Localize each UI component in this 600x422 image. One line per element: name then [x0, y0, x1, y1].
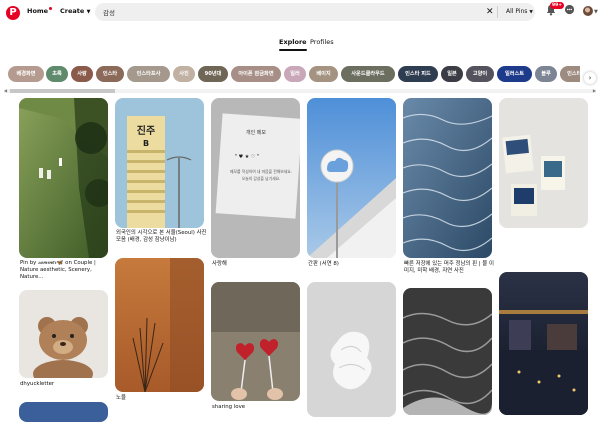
postcards-wall-image: [499, 98, 588, 228]
home-label: Home: [27, 7, 49, 15]
grass-field-image: [19, 98, 108, 258]
chip[interactable]: 베이지: [309, 66, 338, 82]
pin-image-water[interactable]: [403, 98, 492, 258]
pin-image-cream[interactable]: [307, 282, 396, 417]
pin-caption[interactable]: sharing love: [212, 404, 245, 411]
account-chevron-icon[interactable]: ▼: [594, 9, 598, 15]
messages-icon[interactable]: [564, 4, 575, 15]
pinterest-logo-icon[interactable]: P: [6, 6, 20, 20]
scroll-right-icon[interactable]: ▶: [593, 88, 596, 93]
pin-caption[interactable]: Pin by 𝓈𝓊𝓂𝓂𝑒𝓇🦋 on Couple | Nature aesthe…: [20, 260, 110, 281]
chip[interactable]: 일러: [284, 66, 306, 82]
chip[interactable]: 인스타 하이: [560, 66, 580, 82]
building-sign-text: B: [143, 139, 149, 148]
chevron-down-icon: ▼: [529, 10, 533, 15]
cloud-sign-image: [307, 98, 396, 258]
pin-caption[interactable]: 사랑해: [212, 261, 227, 268]
phone-memo-image: 개인 메모 " ♥ ★ ♡ " 메모를 작성하여 내 마음을 전해보세요. 오늘…: [211, 98, 300, 258]
pin-image-phone-memo[interactable]: 개인 메모 " ♥ ★ ♡ " 메모를 작성하여 내 마음을 전해보세요. 오늘…: [211, 98, 300, 258]
teddy-bear-image: [19, 290, 108, 378]
pin-image-grass-couple[interactable]: [19, 98, 108, 258]
tab-profiles[interactable]: Profiles: [310, 38, 334, 46]
memo-line: " ♥ ★ ♡ ": [235, 154, 259, 160]
chip[interactable]: 초록: [46, 66, 68, 82]
notification-badge: 99+: [550, 2, 565, 9]
pin-image-cloud-sign[interactable]: [307, 98, 396, 258]
memo-line: 메모를 작성하여 내 마음을 전해보세요.: [230, 169, 292, 174]
chip[interactable]: 인스타: [96, 66, 124, 82]
results-tabs: Explore Profiles: [0, 38, 600, 52]
chevron-down-icon: ▼: [86, 9, 91, 15]
chip[interactable]: 사운드클라우드: [341, 66, 395, 82]
tab-explore[interactable]: Explore: [279, 38, 307, 51]
pin-caption[interactable]: dhyuckletter: [20, 381, 54, 388]
home-notification-dot: [49, 7, 53, 10]
guided-search-chips: 배경화면 초록 사랑 인스타 인스타프사 사진 90년대 아이폰 잠금화면 일러…: [8, 66, 580, 82]
chips-scrollbar[interactable]: ◀ ▶: [4, 88, 596, 93]
pin-caption[interactable]: 간판 (서연 8): [308, 261, 339, 268]
pin-image-sunset[interactable]: [115, 258, 204, 392]
memo-line: 오늘의 감성을 남기세요.: [242, 176, 281, 181]
clear-search-icon[interactable]: ✕: [486, 6, 494, 18]
pinner-name: 𝓈𝓊𝓂𝓂𝑒𝓇🦋: [38, 260, 64, 266]
building-sign-text: 진주: [137, 124, 155, 137]
all-pins-filter[interactable]: All Pins ▼: [506, 8, 533, 15]
harbor-night-image: [499, 272, 588, 415]
chip[interactable]: 아이폰 잠금화면: [231, 66, 281, 82]
chip[interactable]: 사진: [173, 66, 195, 82]
pin-caption[interactable]: 빠른 저장에 있는 머주 정남의 핀 | 물 이미지, 미학 배경, 자연 사진: [404, 261, 496, 275]
sunset-plant-image: [115, 258, 204, 392]
chip[interactable]: 사랑: [71, 66, 93, 82]
pin-image-seoul-building[interactable]: 진주 B: [115, 98, 204, 228]
white-cream-image: [307, 282, 396, 417]
nav-home[interactable]: Home: [27, 7, 53, 15]
pin-image-sea-waves[interactable]: [403, 288, 492, 415]
heart-lollipop-image: [211, 282, 300, 401]
pin-image-postcards[interactable]: [499, 98, 588, 228]
pin-caption[interactable]: 외국인의 시각으로 본 서울(Seoul) 사진 모음 (배경, 감성 잠냥이남…: [116, 230, 208, 244]
nav-create[interactable]: Create ▼: [60, 7, 90, 15]
chip[interactable]: 고양이: [466, 66, 494, 82]
search-divider: [497, 6, 498, 18]
search-bar[interactable]: ✕ All Pins ▼: [95, 3, 535, 21]
pin-image-blue[interactable]: [19, 402, 108, 422]
pin-image-lollipops[interactable]: [211, 282, 300, 401]
chip[interactable]: 블루: [535, 66, 557, 82]
top-bar: P Home Create ▼ ✕ All Pins ▼ 99+ ▼: [0, 0, 600, 26]
filter-label: All Pins: [506, 8, 528, 15]
sea-waves-image: [403, 288, 492, 415]
water-surface-image: [403, 98, 492, 258]
user-avatar[interactable]: [583, 6, 593, 16]
pin-image-harbor-night[interactable]: [499, 272, 588, 415]
chip[interactable]: 배경화면: [8, 66, 44, 82]
caption-text: Pin by: [20, 260, 39, 266]
memo-title: 개인 메모: [246, 129, 266, 136]
pin-image-teddy[interactable]: [19, 290, 108, 378]
chip[interactable]: 일러스트: [497, 66, 532, 82]
chevron-right-icon[interactable]: ›: [584, 72, 596, 84]
chip[interactable]: 인스타 피드: [398, 66, 438, 82]
search-input[interactable]: [103, 6, 463, 18]
scroll-left-icon[interactable]: ◀: [4, 88, 7, 93]
chip[interactable]: 인스타프사: [127, 66, 170, 82]
chip[interactable]: 일본: [441, 66, 463, 82]
chip[interactable]: 90년대: [198, 66, 228, 82]
pin-caption[interactable]: 노을: [116, 395, 126, 402]
seoul-building-image: 진주 B: [115, 98, 204, 228]
create-label: Create: [60, 7, 85, 15]
scrollbar-thumb[interactable]: [10, 89, 115, 93]
